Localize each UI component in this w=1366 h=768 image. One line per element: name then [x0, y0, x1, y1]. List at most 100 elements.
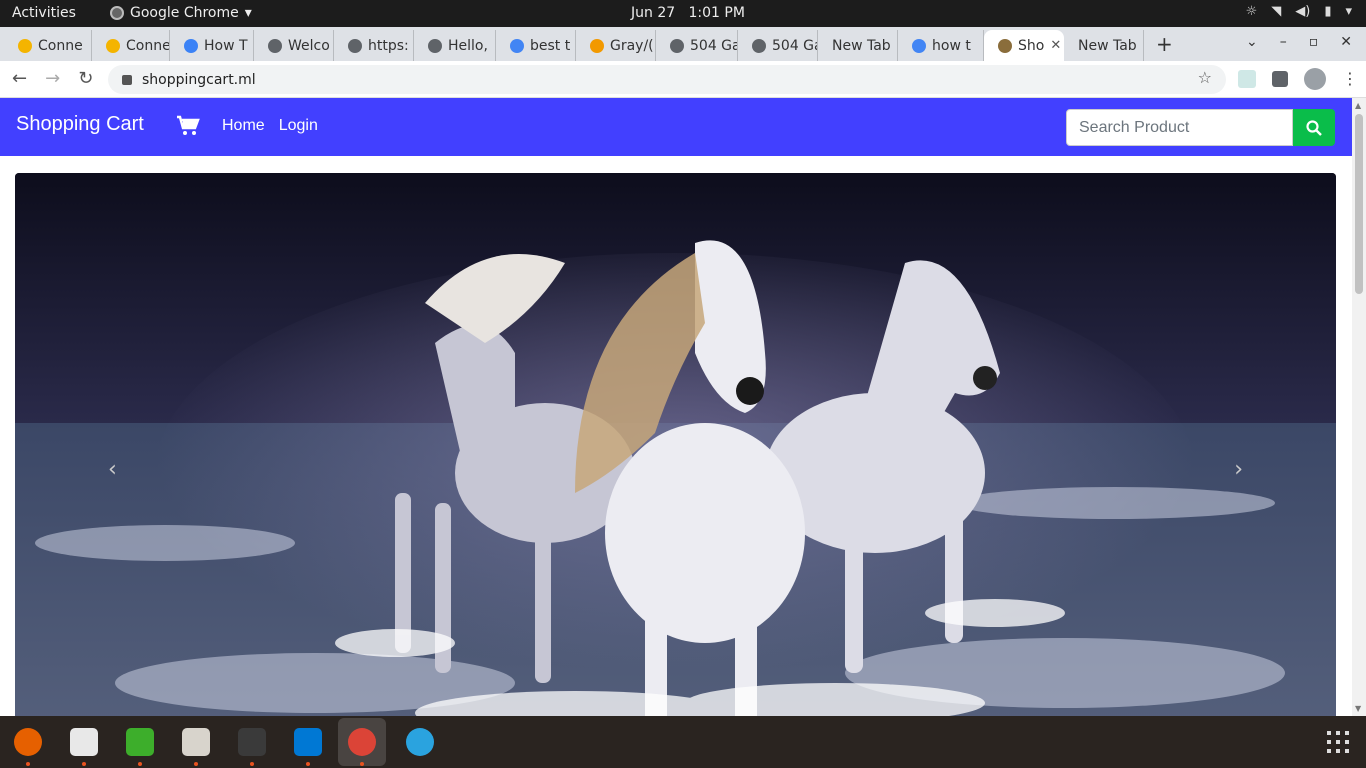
carousel-next-button[interactable]: › [1234, 457, 1243, 482]
menu-icon[interactable]: ⋮ [1342, 70, 1358, 88]
carousel-image [15, 173, 1336, 716]
clock[interactable]: Jun 27 1:01 PM [631, 5, 745, 21]
hero-carousel: ‹ › [15, 173, 1336, 716]
tab-label: How T [204, 37, 248, 54]
globe-icon [670, 38, 684, 53]
globe-icon [268, 38, 282, 53]
scroll-up-arrow-icon[interactable]: ▲ [1355, 101, 1361, 110]
tab-label: Hello, [448, 37, 488, 54]
address-bar-row: ← → ↻ shoppingcart.ml ☆ ⋮ [0, 61, 1366, 98]
tab-search-icon[interactable]: ⌄ [1246, 34, 1258, 50]
tab[interactable]: how t [898, 30, 984, 61]
telegram-icon[interactable] [404, 726, 436, 758]
tab-label: 504 Ga [690, 37, 738, 54]
system-tray[interactable]: ☼ ◥ ◀) ▮ ▾ [1246, 4, 1352, 19]
google-icon [510, 38, 524, 53]
carousel-prev-button[interactable]: ‹ [108, 457, 117, 482]
lock-icon [122, 74, 132, 85]
tab[interactable]: How T [170, 30, 254, 61]
files-icon[interactable] [180, 726, 212, 758]
close-tab-icon[interactable]: ✕ [1050, 38, 1061, 53]
cart-icon[interactable] [176, 115, 200, 137]
search-input[interactable] [1066, 109, 1293, 146]
brightness-icon: ☼ [1245, 4, 1258, 19]
web-page: Shopping Cart Home Login Search Product … [0, 98, 1352, 716]
chrome-icon[interactable] [338, 718, 386, 766]
close-window-button[interactable]: ✕ [1340, 34, 1352, 50]
chevron-down-icon: ▾ [1345, 4, 1352, 19]
tab[interactable]: Conne [92, 30, 170, 61]
running-indicator [138, 762, 142, 766]
google-icon [912, 38, 926, 53]
tab[interactable]: 504 Ga [656, 30, 738, 61]
show-applications-icon[interactable] [1327, 731, 1349, 753]
globe-icon [348, 38, 362, 53]
tab[interactable]: best t [496, 30, 576, 61]
tab[interactable]: Welco [254, 30, 334, 61]
back-button[interactable]: ← [12, 68, 27, 89]
search-icon [1306, 119, 1322, 136]
app-menu[interactable]: Google Chrome ▾ [110, 5, 252, 21]
box-icon [106, 38, 120, 53]
forward-button[interactable]: → [45, 68, 60, 89]
volume-icon: ◀) [1295, 4, 1311, 19]
tab[interactable]: https: [334, 30, 414, 61]
running-indicator [26, 762, 30, 766]
search-button[interactable] [1293, 109, 1335, 146]
tab[interactable]: Gray/( [576, 30, 656, 61]
tab[interactable]: 504 Ga [738, 30, 818, 61]
tab-label: best t [530, 37, 571, 54]
running-indicator [194, 762, 198, 766]
tab-label: Gray/( [610, 37, 654, 54]
app-name: Google Chrome [130, 5, 239, 21]
tab[interactable]: Conne [4, 30, 92, 61]
firefox-icon[interactable] [12, 726, 44, 758]
tab-label: Conne [126, 37, 170, 54]
vscode-icon[interactable] [292, 726, 324, 758]
running-indicator [306, 762, 310, 766]
box-icon [18, 38, 32, 53]
nav-home-link[interactable]: Home [222, 117, 265, 135]
puzzle-icon[interactable] [1272, 71, 1288, 87]
page-scrollbar[interactable]: ▲ ▼ [1352, 98, 1366, 716]
globe-icon [428, 38, 442, 53]
tab[interactable]: New Tab [1064, 30, 1144, 61]
terminal-icon[interactable] [236, 726, 268, 758]
cart-icon [998, 38, 1012, 53]
tab[interactable]: Hello, [414, 30, 496, 61]
running-indicator [82, 762, 86, 766]
system-top-bar: Activities Google Chrome ▾ Jun 27 1:01 P… [0, 0, 1366, 27]
scroll-down-arrow-icon[interactable]: ▼ [1355, 704, 1361, 713]
extension-icon[interactable] [1238, 70, 1256, 88]
tab-label: Sho [1018, 37, 1045, 54]
scrollbar-thumb[interactable] [1355, 114, 1363, 294]
new-tab-button[interactable]: + [1156, 32, 1173, 56]
tab-label: New Tab [832, 37, 891, 54]
running-indicator [250, 762, 254, 766]
minimize-button[interactable]: – [1280, 34, 1287, 50]
omnibox[interactable]: shoppingcart.ml ☆ [108, 65, 1226, 94]
site-brand[interactable]: Shopping Cart [16, 113, 144, 136]
tab-label: 504 Ga [772, 37, 818, 54]
profile-avatar[interactable] [1304, 68, 1326, 90]
tab-strip: Conne Conne How T Welco https: Hello, best t Gr… [0, 27, 1366, 61]
nav-login-link[interactable]: Login [279, 117, 318, 135]
tab-label: how t [932, 37, 971, 54]
text-editor-icon[interactable] [68, 726, 100, 758]
tab-label: https: [368, 37, 409, 54]
chrome-icon [110, 6, 124, 20]
chevron-down-icon: ▾ [244, 5, 252, 21]
rocket-icon[interactable] [124, 726, 156, 758]
bookmark-star-icon[interactable]: ☆ [1198, 68, 1212, 87]
tab-label: Conne [38, 37, 83, 54]
battery-icon: ▮ [1324, 4, 1332, 19]
tab[interactable]: New Tab [818, 30, 898, 61]
url-text: shoppingcart.ml [142, 71, 256, 88]
tab[interactable]: Sho ✕ [984, 30, 1064, 61]
reload-button[interactable]: ↻ [78, 68, 93, 89]
activities-button[interactable]: Activities [12, 5, 76, 21]
restore-button[interactable]: ▫ [1309, 34, 1319, 50]
r-icon [590, 38, 604, 53]
spin-icon [184, 38, 198, 53]
globe-icon [752, 38, 766, 53]
